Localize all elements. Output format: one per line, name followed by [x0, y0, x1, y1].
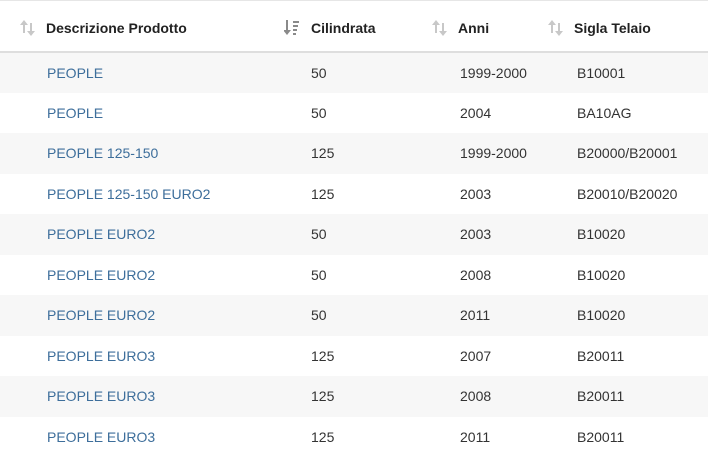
cell-sigla-telaio: BA10AG [577, 104, 632, 121]
cell-anni: 2007 [460, 347, 492, 364]
cell-cilindrata: 125 [311, 185, 335, 202]
column-header-descrizione-prodotto[interactable]: Descrizione Prodotto [0, 1, 284, 53]
cell-cilindrata: 50 [311, 104, 327, 121]
cell-cilindrata: 125 [311, 347, 335, 364]
cell-sigla-telaio: B10020 [577, 307, 626, 324]
cell-anni: 1999-2000 [460, 64, 527, 81]
cell-anni: 2008 [460, 266, 492, 283]
cell-anni: 2011 [460, 428, 491, 445]
column-header-anni[interactable]: Anni [432, 1, 548, 53]
cell-cilindrata: 125 [311, 145, 335, 162]
cell-cilindrata: 50 [311, 307, 327, 324]
table-row: PEOPLE EURO3 125 2007 B20011 [0, 335, 708, 376]
table-row: PEOPLE 125-150 125 1999-2000 B20000/B200… [0, 133, 708, 174]
cell-cilindrata: 50 [311, 226, 327, 243]
product-link[interactable]: PEOPLE [47, 105, 103, 121]
column-label-cilindrata: Cilindrata [311, 20, 376, 36]
cell-cilindrata: 50 [311, 64, 327, 81]
cell-cilindrata: 125 [311, 428, 335, 445]
cell-sigla-telaio: B20011 [577, 347, 625, 364]
cell-sigla-telaio: B10001 [577, 64, 626, 81]
cell-sigla-telaio: B20000/B20001 [577, 145, 678, 162]
column-label-anni: Anni [458, 20, 490, 36]
table-header-row: Descrizione Prodotto Cilindrata Anni Sig… [0, 1, 708, 53]
table-row: PEOPLE EURO3 125 2011 B20011 [0, 416, 708, 457]
cell-anni: 2004 [460, 104, 492, 121]
column-header-sigla-telaio[interactable]: Sigla Telaio [548, 1, 708, 53]
product-link[interactable]: PEOPLE EURO2 [47, 307, 155, 323]
table-row: PEOPLE EURO2 50 2003 B10020 [0, 214, 708, 255]
table-row: PEOPLE EURO2 50 2008 B10020 [0, 254, 708, 295]
cell-anni: 2003 [460, 226, 492, 243]
cell-sigla-telaio: B10020 [577, 266, 626, 283]
cell-anni: 2011 [460, 307, 491, 324]
cell-anni: 2003 [460, 185, 492, 202]
cell-sigla-telaio: B20010/B20020 [577, 185, 678, 202]
table-row: PEOPLE 50 2004 BA10AG [0, 92, 708, 133]
cell-anni: 1999-2000 [460, 145, 527, 162]
sort-active-icon[interactable] [284, 19, 311, 37]
product-link[interactable]: PEOPLE EURO3 [47, 348, 155, 364]
table-row: PEOPLE 50 1999-2000 B10001 [0, 52, 708, 93]
cell-sigla-telaio: B20011 [577, 428, 625, 445]
product-link[interactable]: PEOPLE EURO2 [47, 267, 155, 283]
table-row: PEOPLE EURO2 50 2011 B10020 [0, 295, 708, 336]
column-label-sigla-telaio: Sigla Telaio [574, 20, 651, 36]
product-table: Descrizione Prodotto Cilindrata Anni Sig… [0, 1, 708, 457]
product-link[interactable]: PEOPLE 125-150 [47, 145, 158, 161]
product-link[interactable]: PEOPLE [47, 65, 103, 81]
cell-sigla-telaio: B20011 [577, 388, 625, 405]
table-row: PEOPLE EURO3 125 2008 B20011 [0, 376, 708, 417]
cell-cilindrata: 125 [311, 388, 335, 405]
sort-neutral-icon[interactable] [432, 19, 458, 37]
product-link[interactable]: PEOPLE EURO2 [47, 226, 155, 242]
table-row: PEOPLE 125-150 EURO2 125 2003 B20010/B20… [0, 173, 708, 214]
cell-cilindrata: 50 [311, 266, 327, 283]
cell-sigla-telaio: B10020 [577, 226, 626, 243]
product-link[interactable]: PEOPLE EURO3 [47, 388, 155, 404]
product-link[interactable]: PEOPLE EURO3 [47, 429, 155, 445]
product-link[interactable]: PEOPLE 125-150 EURO2 [47, 186, 210, 202]
sort-neutral-icon[interactable] [20, 19, 46, 37]
column-label-descrizione-prodotto: Descrizione Prodotto [46, 20, 187, 36]
product-table-container: Descrizione Prodotto Cilindrata Anni Sig… [0, 0, 708, 465]
column-header-cilindrata[interactable]: Cilindrata [284, 1, 432, 53]
sort-neutral-icon[interactable] [548, 19, 574, 37]
cell-anni: 2008 [460, 388, 492, 405]
